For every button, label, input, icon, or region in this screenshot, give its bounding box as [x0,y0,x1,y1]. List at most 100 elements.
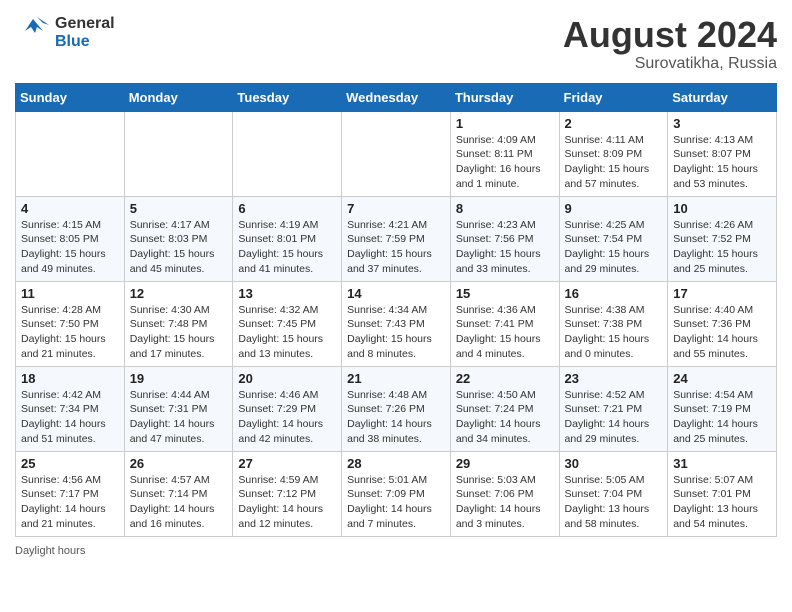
day-header-saturday: Saturday [668,83,777,111]
day-number: 27 [238,456,336,471]
day-number: 26 [130,456,228,471]
day-info: Sunrise: 4:32 AM Sunset: 7:45 PM Dayligh… [238,303,336,362]
day-number: 19 [130,371,228,386]
day-cell-27: 27 Sunrise: 4:59 AM Sunset: 7:12 PM Dayli… [233,451,342,536]
day-number: 7 [347,201,445,216]
day-info: Sunrise: 4:26 AM Sunset: 7:52 PM Dayligh… [673,218,771,277]
day-cell-5: 5 Sunrise: 4:17 AM Sunset: 8:03 PM Daylig… [124,196,233,281]
daylight-hours-label: Daylight hours [15,545,85,557]
day-cell-4: 4 Sunrise: 4:15 AM Sunset: 8:05 PM Daylig… [16,196,125,281]
day-number: 3 [673,116,771,131]
day-header-tuesday: Tuesday [233,83,342,111]
day-info: Sunrise: 5:03 AM Sunset: 7:06 PM Dayligh… [456,473,554,532]
day-info: Sunrise: 4:25 AM Sunset: 7:54 PM Dayligh… [565,218,663,277]
day-number: 16 [565,286,663,301]
day-header-thursday: Thursday [450,83,559,111]
day-info: Sunrise: 4:13 AM Sunset: 8:07 PM Dayligh… [673,133,771,192]
week-row-5: 25 Sunrise: 4:56 AM Sunset: 7:17 PM Dayli… [16,451,777,536]
empty-cell [342,111,451,196]
day-cell-10: 10Sunrise: 4:26 AM Sunset: 7:52 PM Dayli… [668,196,777,281]
day-info: Sunrise: 4:15 AM Sunset: 8:05 PM Dayligh… [21,218,119,277]
day-header-friday: Friday [559,83,668,111]
day-header-monday: Monday [124,83,233,111]
month-year: August 2024 [563,15,777,55]
day-info: Sunrise: 4:56 AM Sunset: 7:17 PM Dayligh… [21,473,119,532]
day-number: 4 [21,201,119,216]
day-number: 21 [347,371,445,386]
day-number: 29 [456,456,554,471]
day-info: Sunrise: 5:01 AM Sunset: 7:09 PM Dayligh… [347,473,445,532]
week-row-2: 4 Sunrise: 4:15 AM Sunset: 8:05 PM Daylig… [16,196,777,281]
day-number: 5 [130,201,228,216]
day-info: Sunrise: 4:46 AM Sunset: 7:29 PM Dayligh… [238,388,336,447]
day-info: Sunrise: 4:40 AM Sunset: 7:36 PM Dayligh… [673,303,771,362]
day-number: 24 [673,371,771,386]
day-cell-14: 14 Sunrise: 4:34 AM Sunset: 7:43 PM Dayli… [342,281,451,366]
day-number: 1 [456,116,554,131]
logo-graphic: General Blue [15,15,115,52]
calendar-table: SundayMondayTuesdayWednesdayThursdayFrid… [15,83,777,537]
day-info: Sunrise: 4:36 AM Sunset: 7:41 PM Dayligh… [456,303,554,362]
empty-cell [16,111,125,196]
day-info: Sunrise: 4:23 AM Sunset: 7:56 PM Dayligh… [456,218,554,277]
logo-line1: General [55,15,115,33]
day-info: Sunrise: 4:42 AM Sunset: 7:34 PM Dayligh… [21,388,119,447]
day-number: 22 [456,371,554,386]
day-cell-7: 7Sunrise: 4:21 AM Sunset: 7:59 PM Daylig… [342,196,451,281]
footer-note: Daylight hours [15,545,777,557]
day-number: 28 [347,456,445,471]
day-cell-11: 11Sunrise: 4:28 AM Sunset: 7:50 PM Dayli… [16,281,125,366]
day-info: Sunrise: 4:30 AM Sunset: 7:48 PM Dayligh… [130,303,228,362]
day-cell-15: 15Sunrise: 4:36 AM Sunset: 7:41 PM Dayli… [450,281,559,366]
day-number: 25 [21,456,119,471]
calendar-header-row: SundayMondayTuesdayWednesdayThursdayFrid… [16,83,777,111]
logo: General Blue [15,15,115,52]
logo-line2: Blue [55,33,115,51]
day-header-wednesday: Wednesday [342,83,451,111]
empty-cell [233,111,342,196]
day-number: 17 [673,286,771,301]
day-header-sunday: Sunday [16,83,125,111]
day-info: Sunrise: 4:50 AM Sunset: 7:24 PM Dayligh… [456,388,554,447]
day-info: Sunrise: 4:57 AM Sunset: 7:14 PM Dayligh… [130,473,228,532]
day-info: Sunrise: 5:05 AM Sunset: 7:04 PM Dayligh… [565,473,663,532]
logo-text: General Blue [55,15,115,52]
day-info: Sunrise: 4:54 AM Sunset: 7:19 PM Dayligh… [673,388,771,447]
day-cell-9: 9Sunrise: 4:25 AM Sunset: 7:54 PM Daylig… [559,196,668,281]
day-number: 11 [21,286,119,301]
day-number: 6 [238,201,336,216]
day-info: Sunrise: 4:38 AM Sunset: 7:38 PM Dayligh… [565,303,663,362]
day-info: Sunrise: 4:59 AM Sunset: 7:12 PM Dayligh… [238,473,336,532]
day-info: Sunrise: 4:34 AM Sunset: 7:43 PM Dayligh… [347,303,445,362]
day-cell-12: 12 Sunrise: 4:30 AM Sunset: 7:48 PM Dayli… [124,281,233,366]
day-info: Sunrise: 4:19 AM Sunset: 8:01 PM Dayligh… [238,218,336,277]
day-cell-25: 25 Sunrise: 4:56 AM Sunset: 7:17 PM Dayli… [16,451,125,536]
day-info: Sunrise: 5:07 AM Sunset: 7:01 PM Dayligh… [673,473,771,532]
day-number: 8 [456,201,554,216]
day-info: Sunrise: 4:48 AM Sunset: 7:26 PM Dayligh… [347,388,445,447]
day-cell-17: 17 Sunrise: 4:40 AM Sunset: 7:36 PM Dayli… [668,281,777,366]
week-row-1: 1 Sunrise: 4:09 AM Sunset: 8:11 PM Daylig… [16,111,777,196]
day-cell-19: 19Sunrise: 4:44 AM Sunset: 7:31 PM Dayli… [124,366,233,451]
day-cell-24: 24 Sunrise: 4:54 AM Sunset: 7:19 PM Dayli… [668,366,777,451]
day-cell-18: 18 Sunrise: 4:42 AM Sunset: 7:34 PM Dayli… [16,366,125,451]
day-number: 14 [347,286,445,301]
day-cell-13: 13 Sunrise: 4:32 AM Sunset: 7:45 PM Dayli… [233,281,342,366]
day-cell-3: 3 Sunrise: 4:13 AM Sunset: 8:07 PM Daylig… [668,111,777,196]
calendar-body: 1 Sunrise: 4:09 AM Sunset: 8:11 PM Daylig… [16,111,777,536]
day-info: Sunrise: 4:09 AM Sunset: 8:11 PM Dayligh… [456,133,554,192]
logo-bird-icon [15,15,51,51]
page-header: General Blue August 2024 Surovatikha, Ru… [15,15,777,73]
day-cell-29: 29 Sunrise: 5:03 AM Sunset: 7:06 PM Dayli… [450,451,559,536]
day-cell-23: 23Sunrise: 4:52 AM Sunset: 7:21 PM Dayli… [559,366,668,451]
day-cell-6: 6 Sunrise: 4:19 AM Sunset: 8:01 PM Daylig… [233,196,342,281]
day-number: 2 [565,116,663,131]
day-cell-30: 30 Sunrise: 5:05 AM Sunset: 7:04 PM Dayli… [559,451,668,536]
day-info: Sunrise: 4:52 AM Sunset: 7:21 PM Dayligh… [565,388,663,447]
day-number: 13 [238,286,336,301]
day-info: Sunrise: 4:17 AM Sunset: 8:03 PM Dayligh… [130,218,228,277]
day-number: 30 [565,456,663,471]
day-number: 12 [130,286,228,301]
day-cell-8: 8 Sunrise: 4:23 AM Sunset: 7:56 PM Daylig… [450,196,559,281]
day-number: 18 [21,371,119,386]
